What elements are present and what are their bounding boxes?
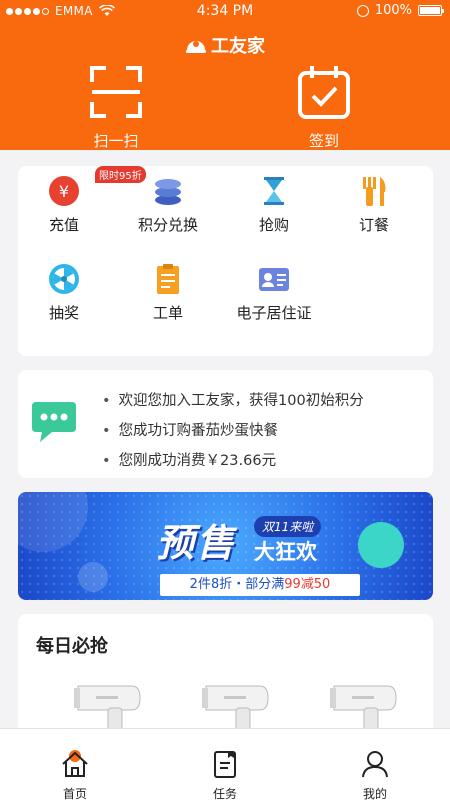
banner-tag: 双11来啦 (254, 516, 322, 537)
status-bar: EMMA 4:34 PM 100% (0, 0, 450, 22)
scan-button[interactable]: 扫一扫 (66, 64, 166, 151)
hair-dryer-product-image[interactable] (330, 676, 400, 736)
feature-order-meal[interactable]: 订餐 (324, 174, 424, 235)
feature-points-exchange[interactable]: 积分兑换 (118, 174, 218, 235)
user-icon (362, 751, 388, 778)
calendar-check-icon (298, 66, 350, 119)
feature-label: 充值 (48, 216, 79, 234)
feature-label: 工单 (152, 304, 183, 322)
rotation-lock-icon (356, 4, 369, 17)
svg-text:¥: ¥ (59, 182, 69, 201)
tab-label: 我的 (362, 787, 387, 800)
app-title: 工友家 (0, 32, 450, 58)
wheel-icon (47, 262, 81, 296)
battery-icon (418, 5, 444, 16)
tab-tasks[interactable]: 任务 (150, 729, 300, 800)
feature-label: 订餐 (358, 216, 389, 234)
app-title-text: 工友家 (211, 36, 265, 57)
home-icon (62, 750, 88, 777)
feature-recharge[interactable]: ¥ 限时95折 充值 (14, 166, 146, 235)
message-list: 欢迎您加入工友家，获得100初始积分 您成功订购番茄炒蛋快餐 您刚成功消费￥23… (102, 386, 364, 476)
message-item: 您刚成功消费￥23.66元 (102, 446, 364, 476)
banner-offer-highlight: 99减50 (284, 577, 331, 592)
bottom-tab-bar: 首页 任务 我的 (0, 728, 450, 800)
tab-mine[interactable]: 我的 (300, 729, 450, 800)
message-item: 欢迎您加入工友家，获得100初始积分 (102, 386, 364, 416)
message-item: 您成功订购番茄炒蛋快餐 (102, 416, 364, 446)
banner-decoration (78, 562, 108, 592)
banner-headline: 预售 (156, 521, 237, 565)
coins-stack-icon (151, 174, 185, 208)
fork-knife-icon (357, 174, 391, 208)
clipboard-icon (151, 262, 185, 296)
section-title: 每日必抢 (36, 636, 108, 657)
hair-dryer-product-image[interactable] (74, 676, 144, 736)
tab-label: 任务 (212, 787, 237, 800)
chat-bubble-icon (32, 402, 76, 442)
banner-offer-text: 2件8折・部分满 (189, 577, 285, 592)
signin-label: 签到 (308, 132, 339, 150)
feature-work-order[interactable]: 工单 (118, 262, 218, 323)
feature-grid: ¥ 限时95折 充值 积分兑换 抢购 订餐 抽奖 工单 电子居住证 (18, 166, 433, 356)
tab-label: 首页 (62, 787, 87, 800)
scan-icon (90, 66, 142, 118)
scan-label: 扫一扫 (93, 132, 139, 150)
yuan-icon: ¥ 限时95折 (47, 166, 146, 208)
feature-label: 电子居住证 (236, 304, 312, 322)
hourglass-icon (257, 174, 291, 208)
banner-offer-strip: 2件8折・部分满99减50 (160, 574, 360, 596)
header: EMMA 4:34 PM 100% 工友家 扫一扫 签到 (0, 0, 450, 150)
feature-lottery[interactable]: 抽奖 (14, 262, 114, 323)
feature-e-residence-permit[interactable]: 电子居住证 (224, 262, 324, 323)
promo-banner[interactable]: 预售 双11来啦 大狂欢 2件8折・部分满99减50 (18, 492, 433, 600)
signin-button[interactable]: 签到 (274, 64, 374, 151)
feature-label: 积分兑换 (137, 216, 198, 234)
helmet-logo-icon (186, 41, 206, 53)
feature-label: 抢购 (258, 216, 289, 234)
banner-decoration (358, 522, 404, 568)
status-right: 100% (356, 3, 444, 18)
feature-label: 抽奖 (48, 304, 79, 322)
tab-home[interactable]: 首页 (0, 729, 150, 800)
banner-subtitle: 大狂欢 (254, 540, 317, 564)
id-card-icon (257, 262, 291, 296)
task-icon (214, 751, 236, 778)
hair-dryer-product-image[interactable] (202, 676, 272, 736)
feature-flash-sale[interactable]: 抢购 (224, 174, 324, 235)
notification-card[interactable]: 欢迎您加入工友家，获得100初始积分 您成功订购番茄炒蛋快餐 您刚成功消费￥23… (18, 370, 433, 478)
battery-percent: 100% (374, 3, 412, 18)
